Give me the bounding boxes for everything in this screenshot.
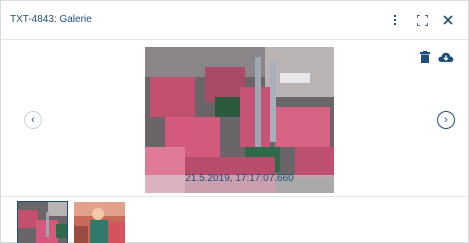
thumbnail-1[interactable] — [17, 201, 68, 243]
main-image — [145, 47, 334, 193]
close-icon[interactable] — [438, 10, 458, 30]
next-image-button[interactable]: › — [437, 111, 455, 129]
dialog-header: TXT-4843: Galerie — [1, 1, 468, 40]
divider — [1, 196, 468, 197]
fullscreen-icon[interactable] — [412, 10, 432, 30]
chevron-right-icon: › — [444, 114, 448, 126]
image-timestamp: 21.5.2019, 17:17:07.660 — [185, 173, 294, 184]
dialog-title: TXT-4843: Galerie — [10, 14, 92, 25]
thumbnail-2[interactable] — [74, 202, 125, 243]
more-vertical-icon[interactable] — [385, 10, 405, 30]
previous-image-button[interactable]: ‹ — [24, 111, 42, 129]
trash-icon[interactable] — [418, 50, 432, 64]
cloud-download-icon[interactable] — [437, 50, 455, 64]
gallery-dialog: TXT-4843: Galerie ‹ › 21.5.2019, 17:17:0… — [0, 0, 469, 243]
chevron-left-icon: ‹ — [31, 114, 35, 126]
